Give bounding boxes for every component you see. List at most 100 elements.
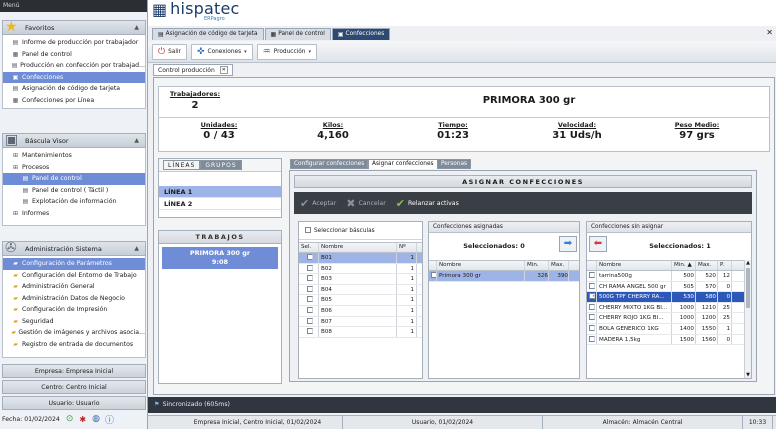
tab-grupos[interactable]: GRUPOS (200, 160, 242, 170)
empresa-button[interactable]: Empresa: Empresa Inicial (2, 364, 146, 378)
document-tabs: ▤ Asignación de código de tarjeta ▦ Panel … (152, 28, 391, 40)
produccion-button[interactable]: ♒ Producción ▾ (256, 43, 317, 60)
left-sidebar: Menú ★ Favoritos ▲ ▤ Informe de producció… (0, 0, 148, 429)
row-checkbox[interactable] (306, 328, 313, 335)
bascula-item[interactable]: ▤ Panel de control ( Táctil ) (3, 185, 145, 197)
close-tab-icon[interactable]: ✕ (219, 66, 228, 74)
tab-asignar[interactable]: Asignar confecciones (368, 159, 438, 169)
stats-divider (159, 117, 769, 118)
admin-item[interactable]: ▰ Gestión de imágenes y archivos asocia..… (3, 327, 145, 339)
conexiones-button[interactable]: ✜ Conexiones ▾ (190, 43, 253, 60)
row-checkbox[interactable] (306, 296, 313, 303)
table-row[interactable]: B03 1 (299, 274, 422, 285)
scrollbar[interactable]: ▲ ▼ (744, 260, 751, 378)
select-all-checkbox[interactable] (305, 227, 311, 233)
favorito-item[interactable]: ▤ Asignación de código de tarjeta (3, 83, 145, 95)
table-row[interactable]: B06 1 (299, 305, 422, 317)
cancelar-button[interactable]: ✖ Cancelar (346, 197, 386, 210)
row-checkbox[interactable] (589, 272, 595, 278)
row-checkbox[interactable] (306, 306, 313, 313)
relanzar-button[interactable]: ✔ Relanzar activas (396, 197, 459, 210)
tab-confecciones[interactable]: ▣ Confecciones (331, 28, 391, 40)
favoritos-header[interactable]: ★ Favoritos ▲ (2, 19, 146, 35)
collapse-icon[interactable]: ▲ (134, 24, 139, 31)
row-checkbox[interactable] (306, 254, 313, 260)
admin-item[interactable]: ▰ Configuración de Parámetros (3, 258, 145, 270)
table-row[interactable]: B08 1 (299, 327, 422, 338)
row-checkbox[interactable] (589, 335, 595, 342)
linea-item-2[interactable]: LÍNEA 2 (159, 198, 281, 210)
favorito-item[interactable]: ▣ Confecciones (3, 71, 145, 83)
table-row[interactable]: B02 1 (299, 263, 422, 275)
admin-item[interactable]: ▰ Registro de entrada de documentos (3, 339, 145, 351)
bug-icon[interactable]: ✱ (79, 415, 86, 424)
tab-lineas[interactable]: LÍNEAS (163, 160, 201, 170)
favorito-item[interactable]: ▦ Confecciones por Línea (3, 95, 145, 107)
aceptar-button[interactable]: ✔ Aceptar (300, 197, 336, 210)
trabajo-item[interactable]: PRIMORA 300 gr 9:08 (162, 247, 278, 269)
table-row[interactable]: Primora 300 gr 326 390 (429, 271, 579, 282)
folder-icon: ▰ (11, 329, 16, 337)
control-produccion-tab[interactable]: Control producción ✕ (153, 64, 233, 76)
admin-item[interactable]: ▰ Configuración de Impresión (3, 304, 145, 316)
row-checkbox[interactable] (589, 282, 595, 289)
bascula-item[interactable]: ▤ Panel de control (3, 173, 145, 185)
row-checkbox[interactable] (306, 264, 313, 271)
tab-panel-control[interactable]: ▦ Panel de control (264, 28, 331, 40)
admin-item[interactable]: ▰ Configuración del Entorno de Trabajo (3, 270, 145, 282)
favorito-item[interactable]: ▤ Producción en confección por trabajad..… (3, 60, 145, 72)
unassign-arrow-icon[interactable]: ⬅ (589, 236, 607, 252)
close-icon[interactable]: ✕ (766, 28, 773, 37)
favorito-item[interactable]: ▤ Informe de producción por trabajador (3, 37, 145, 49)
table-row[interactable]: MADERA 1,5kg 1500 1560 0 (587, 334, 746, 346)
tab-asignacion[interactable]: ▤ Asignación de código de tarjeta (152, 28, 264, 40)
table-row[interactable]: tarrina500g 500 520 12 (587, 271, 746, 282)
row-checkbox[interactable] (306, 275, 313, 282)
action-bar: ✔ Aceptar ✖ Cancelar ✔ Relanzar activas (294, 192, 752, 214)
admin-item[interactable]: ▰ Seguridad (3, 316, 145, 328)
scrollbar-thumb[interactable] (746, 268, 750, 308)
unidades-value: 0 / 43 (203, 130, 235, 141)
centro-button[interactable]: Centro: Centro Inicial (2, 380, 146, 394)
table-row[interactable]: B04 1 (299, 284, 422, 296)
row-checkbox[interactable] (589, 324, 595, 331)
info-icon[interactable]: ⓘ (105, 413, 114, 426)
row-checkbox[interactable] (589, 314, 595, 321)
tab-configurar[interactable]: Configurar confecciones (290, 159, 369, 169)
admin-item[interactable]: ▰ Administración Datos de Negocio (3, 293, 145, 305)
tab-personas[interactable]: Personas (437, 159, 472, 169)
globe-icon[interactable]: ◍ (92, 414, 100, 424)
table-row[interactable]: CHERRY ROJO 1KG BI... 1000 1200 25 (587, 313, 746, 324)
table-row[interactable]: CH RAMA ANGEL 500 gr 505 570 0 (587, 281, 746, 293)
favorito-item[interactable]: ▦ Panel de control (3, 49, 145, 61)
bascula-list: ⊞ Mantenimientos ⊞ Procesos ▤ Panel de contro… (2, 148, 146, 226)
collapse-icon[interactable]: ▲ (134, 245, 139, 252)
bascula-item[interactable]: ⊞ Mantenimientos (3, 150, 145, 162)
admin-header[interactable]: ✇ Administración Sistema ▲ (2, 240, 146, 256)
table-row[interactable]: B07 1 (299, 316, 422, 328)
status-usuario: Usuario, 01/02/2024 (343, 416, 543, 429)
table-row[interactable]: B01 1 (299, 253, 422, 264)
salir-button[interactable]: ⏻ Salir (152, 43, 187, 60)
row-checkbox[interactable]: ✓ (589, 293, 595, 300)
row-checkbox[interactable] (589, 303, 595, 310)
table-row[interactable]: BOLA GENERICO 1KG 1400 1550 1 (587, 323, 746, 335)
bascula-item[interactable]: ▤ Explotación de información (3, 196, 145, 208)
table-row[interactable]: ✓500G TPF CHERRY RA...5305800 (587, 292, 746, 303)
fecha-label: Fecha: 01/02/2024 (2, 415, 60, 423)
status-empresa: Empresa Inicial, Centro Inicial, 01/02/2… (173, 416, 343, 429)
admin-item[interactable]: ▰ Administración General (3, 281, 145, 293)
row-checkbox[interactable] (306, 285, 313, 292)
linea-item-1[interactable]: LÍNEA 1 (159, 186, 281, 198)
bascula-item[interactable]: ⊞ Informes (3, 208, 145, 220)
assign-arrow-icon[interactable]: ➡ (559, 236, 577, 252)
row-checkbox[interactable] (306, 317, 313, 324)
usuario-button[interactable]: Usuario: Usuario (2, 396, 146, 410)
bascula-item[interactable]: ⊞ Procesos (3, 162, 145, 174)
bascula-header[interactable]: ▣ Báscula Visor ▲ (2, 132, 146, 148)
table-row[interactable]: B05 1 (299, 295, 422, 306)
collapse-icon[interactable]: ▲ (134, 137, 139, 144)
refresh-icon[interactable]: ⊙ (66, 414, 74, 424)
basculas-panel: Seleccionar básculas Sel. Nombre Nº B01 1 B02… (298, 221, 423, 379)
table-row[interactable]: CHERRY MIXTO 1KG BI... 1000 1210 25 (587, 302, 746, 314)
